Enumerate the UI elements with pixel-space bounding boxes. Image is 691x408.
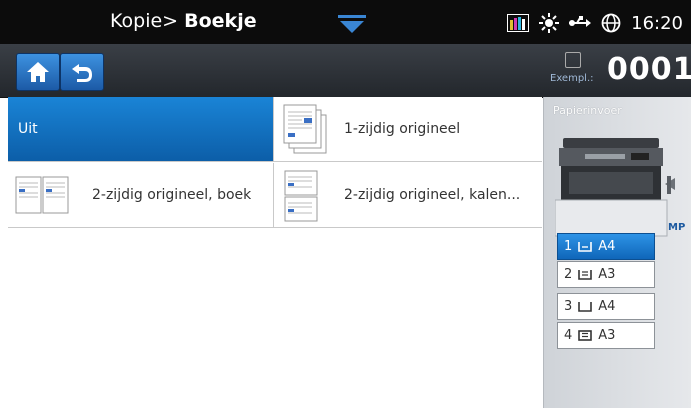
stacked-pages-icon — [283, 104, 327, 154]
notification-pull-icon[interactable] — [338, 14, 366, 36]
option-label: 2-zijdig origineel, boek — [92, 187, 252, 203]
paper-tray-full-icon — [578, 270, 593, 280]
tray-number: 3 — [564, 299, 573, 314]
toner-level-icon — [507, 14, 530, 32]
option-1-sided-original[interactable]: 1-zijdig origineel — [274, 97, 542, 162]
tray-number: 2 — [564, 267, 573, 282]
clock: 16:20 — [631, 12, 683, 34]
breadcrumb: Kopie> — [110, 10, 179, 32]
home-button[interactable] — [16, 53, 60, 91]
tray-size: A3 — [598, 328, 616, 343]
tray-4[interactable]: 4 A3 — [557, 322, 655, 349]
back-button[interactable] — [60, 53, 104, 91]
option-2-sided-calendar[interactable]: 2-zijdig origineel, kalen... — [274, 163, 542, 228]
page-title: Kopie> Boekje — [110, 10, 257, 32]
paper-supply-title: Papierinvoer — [553, 104, 622, 117]
paper-tray-empty-icon — [578, 302, 593, 312]
tray-size: A4 — [598, 239, 616, 254]
option-label: 1-zijdig origineel — [344, 121, 461, 137]
mp-tray-label[interactable]: MP — [668, 222, 685, 233]
page-title-text: Boekje — [184, 10, 257, 32]
option-label: Uit — [18, 121, 38, 137]
copies-label: Exempl.: — [550, 73, 594, 84]
printer-icon — [555, 138, 675, 237]
tray-size: A3 — [598, 267, 616, 282]
tray-3[interactable]: 3 A4 — [557, 293, 655, 320]
copies-count[interactable]: 0001 — [607, 52, 691, 87]
header-bar — [0, 44, 691, 98]
copies-icon — [565, 52, 581, 68]
tray-size: A4 — [598, 299, 616, 314]
status-icons: 16:20 — [507, 10, 691, 36]
open-book-icon — [15, 176, 69, 214]
network-globe-icon — [601, 13, 621, 33]
tray-2[interactable]: 2 A3 — [557, 261, 655, 288]
calendar-pages-icon — [284, 170, 318, 222]
paper-tray-full-icon — [578, 330, 593, 341]
usb-icon — [569, 16, 592, 30]
tray-number: 1 — [564, 239, 573, 254]
option-off[interactable]: Uit — [8, 97, 274, 162]
home-icon — [27, 62, 49, 82]
eco-sun-icon — [539, 13, 560, 33]
tray-number: 4 — [564, 328, 573, 343]
option-label: 2-zijdig origineel, kalen... — [344, 187, 521, 203]
paper-tray-icon — [578, 242, 593, 252]
option-2-sided-book[interactable]: 2-zijdig origineel, boek — [8, 163, 274, 228]
back-arrow-icon — [72, 64, 92, 82]
tray-1[interactable]: 1 A4 — [557, 233, 655, 260]
